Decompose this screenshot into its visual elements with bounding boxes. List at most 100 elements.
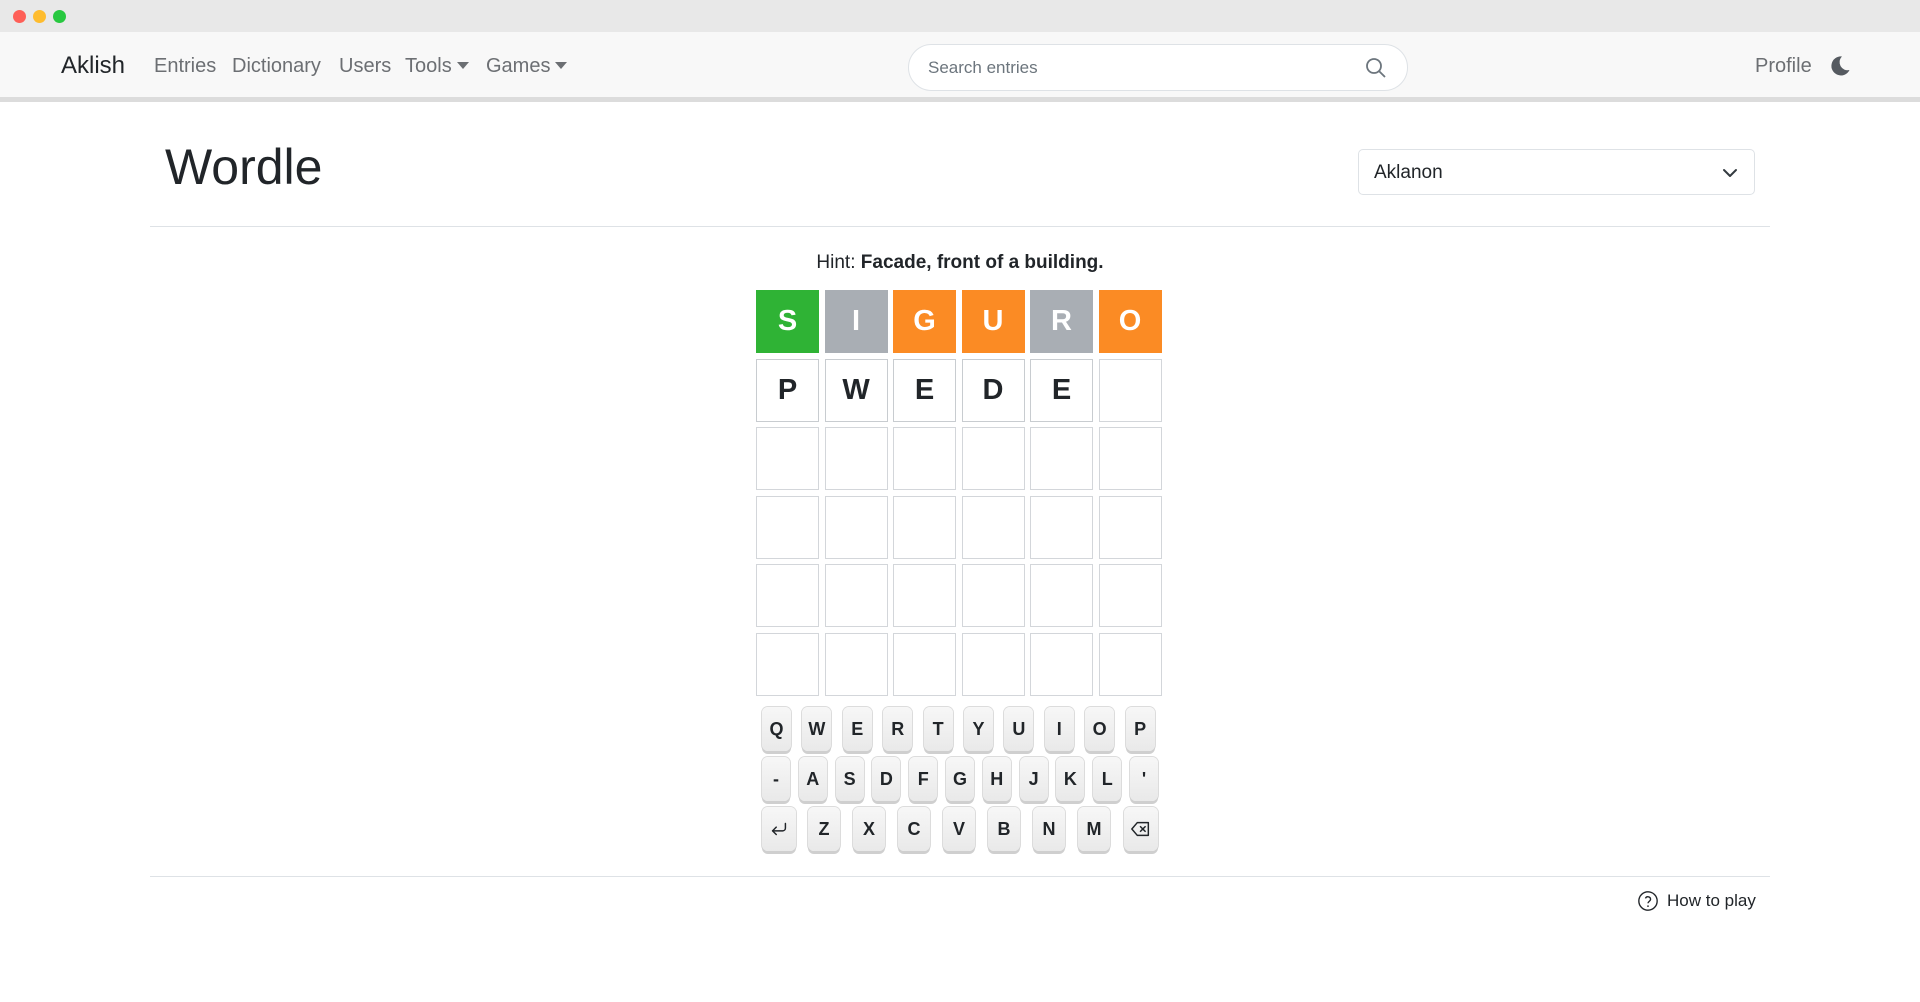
key[interactable]: - (762, 757, 790, 801)
divider (150, 876, 1770, 877)
minimize-window-button[interactable] (33, 10, 46, 23)
board-tile (961, 632, 1025, 696)
key[interactable]: D (872, 757, 901, 801)
board-tile (893, 427, 956, 490)
key[interactable]: C (898, 807, 930, 851)
board-tile (961, 427, 1025, 490)
board-tile (756, 495, 819, 559)
nav-tools-dropdown[interactable]: Tools (405, 55, 469, 78)
brand-logo[interactable]: Aklish (61, 52, 125, 80)
board-tile: E (893, 358, 956, 422)
enter-key[interactable] (762, 807, 796, 851)
board-tile (893, 632, 956, 696)
search-bar (908, 44, 1408, 91)
board-tile: S (756, 290, 819, 353)
board-tile (893, 564, 956, 627)
window-titlebar (0, 0, 1920, 32)
caret-down-icon (555, 62, 568, 69)
navbar: Aklish Entries Dictionary Users Tools Ga… (0, 32, 1920, 102)
nav-tools-label: Tools (405, 55, 452, 77)
hint-label: Hint: (816, 252, 856, 273)
board-tile (961, 564, 1025, 627)
key[interactable]: W (802, 707, 832, 751)
key[interactable]: S (835, 757, 864, 801)
key[interactable]: J (1019, 757, 1048, 801)
language-select-value: Aklanon (1374, 162, 1443, 183)
moon-icon[interactable] (1828, 54, 1852, 78)
close-window-button[interactable] (13, 10, 26, 23)
board-tile (824, 632, 888, 696)
backspace-key[interactable] (1124, 807, 1158, 851)
nav-games-label: Games (486, 55, 551, 77)
board-tile: O (1098, 290, 1162, 353)
key[interactable]: A (798, 757, 827, 801)
how-to-play-label: How to play (1667, 891, 1756, 910)
key[interactable]: Y (964, 707, 993, 751)
board-tile (756, 427, 819, 490)
board-tile (756, 564, 819, 627)
board-tile: W (824, 358, 888, 422)
board-tile (1098, 358, 1162, 422)
key[interactable]: ' (1130, 757, 1158, 801)
board-tile (1098, 427, 1162, 490)
key[interactable]: E (842, 707, 872, 751)
key[interactable]: H (982, 757, 1011, 801)
key[interactable]: B (988, 807, 1020, 851)
search-input[interactable] (928, 56, 1348, 80)
key[interactable]: I (1044, 707, 1074, 751)
divider (150, 226, 1770, 227)
key[interactable]: Q (762, 707, 791, 751)
board-tile: I (824, 290, 888, 353)
board-tile: D (961, 358, 1025, 422)
board-tile (824, 427, 888, 490)
caret-down-icon (456, 62, 469, 69)
backspace-icon (1131, 821, 1150, 837)
chevron-down-icon (1723, 169, 1737, 177)
board-tile (1030, 427, 1093, 490)
maximize-window-button[interactable] (53, 10, 66, 23)
board-tile (824, 495, 888, 559)
board-tile (893, 495, 956, 559)
key[interactable]: K (1056, 757, 1085, 801)
board-tile (1030, 564, 1093, 627)
board-tile: P (756, 358, 819, 422)
key[interactable]: R (883, 707, 913, 751)
board-tile (1030, 632, 1093, 696)
how-to-play-link[interactable]: How to play (1637, 890, 1756, 912)
hint-text: Facade, front of a building. (860, 252, 1104, 273)
key[interactable]: V (943, 807, 975, 851)
nav-games-dropdown[interactable]: Games (486, 55, 568, 78)
key[interactable]: U (1004, 707, 1034, 751)
language-select[interactable]: Aklanon (1358, 149, 1755, 195)
key[interactable]: X (853, 807, 885, 851)
board-tile (1098, 632, 1162, 696)
key[interactable]: Z (808, 807, 840, 851)
key[interactable]: G (946, 757, 974, 801)
question-circle-icon (1638, 891, 1658, 911)
search-icon[interactable] (1364, 56, 1388, 80)
board-tile (824, 564, 888, 627)
key[interactable]: P (1125, 707, 1155, 751)
nav-dictionary[interactable]: Dictionary (232, 55, 321, 78)
board-tile (1030, 495, 1093, 559)
board-tile: R (1030, 290, 1093, 353)
board-tile (1098, 564, 1162, 627)
board-tile (1098, 495, 1162, 559)
key[interactable]: L (1093, 757, 1122, 801)
nav-entries[interactable]: Entries (154, 55, 216, 78)
key[interactable]: F (909, 757, 938, 801)
page-title: Wordle (165, 139, 323, 195)
board-tile: G (893, 290, 956, 353)
board-tile: U (961, 290, 1025, 353)
key[interactable]: N (1033, 807, 1065, 851)
hint: Hint: Facade, front of a building. (0, 252, 1920, 274)
key[interactable]: M (1078, 807, 1110, 851)
key[interactable]: O (1085, 707, 1115, 751)
nav-profile[interactable]: Profile (1755, 55, 1812, 78)
board-tile (756, 632, 819, 696)
enter-icon (771, 822, 787, 836)
key[interactable]: T (923, 707, 953, 751)
board-tile (961, 495, 1025, 559)
nav-users[interactable]: Users (339, 55, 391, 78)
board-tile: E (1030, 358, 1093, 422)
